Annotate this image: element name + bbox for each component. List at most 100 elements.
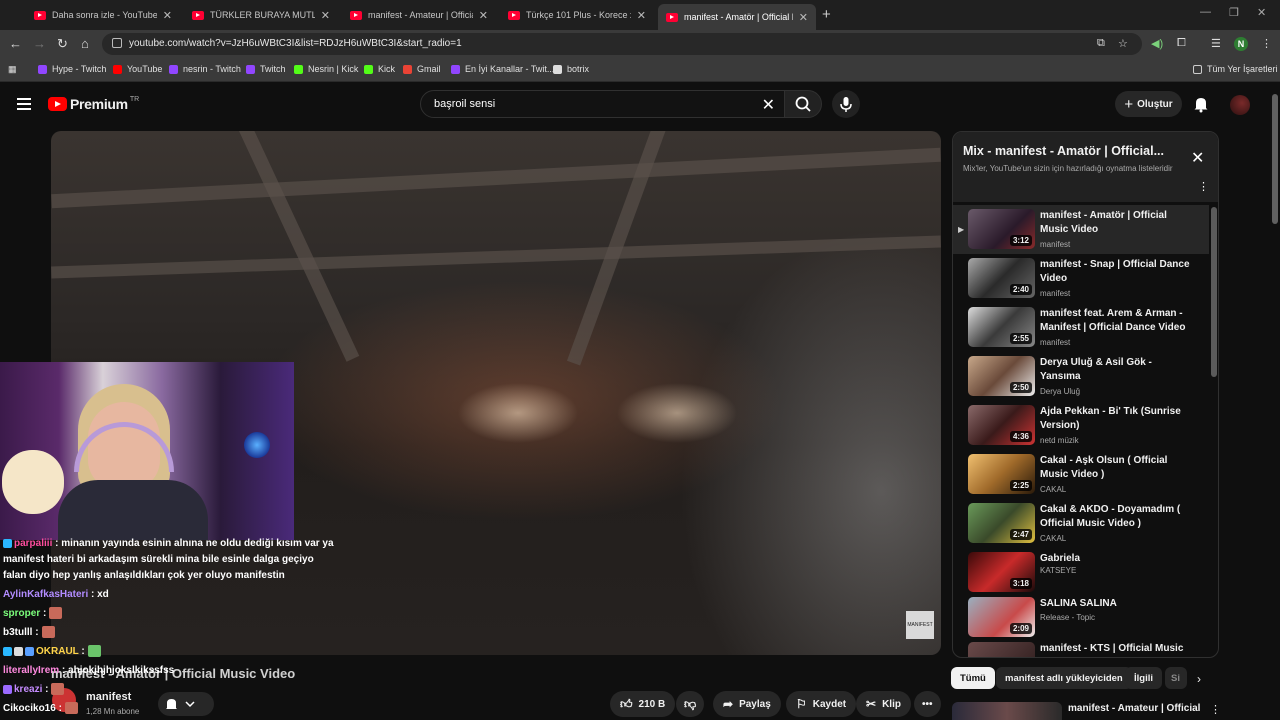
playlist-item[interactable]: 2:25 Cakal - Aşk Olsun ( Official Music … [953,450,1209,499]
bookmark-item[interactable]: Gmail [403,64,441,74]
profile-avatar[interactable]: N [1234,37,1248,51]
maximize-icon[interactable]: ❐ [1229,6,1239,19]
create-button[interactable]: + Oluştur [1115,91,1182,117]
ceiling-beam [51,235,941,279]
bookmark-item[interactable]: Kick [364,64,395,74]
playlist-item[interactable]: 2:55 manifest feat. Arem & Arman - Manif… [953,303,1209,352]
bookmark-item[interactable]: Nesrin | Kick [294,64,358,74]
playlist-menu-icon[interactable]: ⋮ [1198,180,1209,193]
chevron-right-icon[interactable]: › [1197,672,1201,686]
playlist-item[interactable]: 2:50 Derya Uluğ & Asil Gök - Yansıma Der… [953,352,1209,401]
playlist-header: Mix - manifest - Amatör | Official... Mi… [953,132,1218,202]
search-button[interactable] [784,90,822,118]
search-input[interactable]: başroil sensi ✕ [420,90,786,118]
playlist-close-icon[interactable]: ✕ [1191,148,1204,168]
notifications-button[interactable] [1192,95,1210,118]
page-scrollbar[interactable] [1272,94,1278,224]
browser-tab[interactable]: Daha sonra izle - YouTube ✕ [26,4,180,26]
playlist-item[interactable]: 2:47 Cakal & AKDO - Doyamadım ( Official… [953,499,1209,548]
bookmarks-bar: ▦ Hype - Twitch YouTube nesrin - Twitch … [0,58,1280,82]
window-close-icon[interactable]: ✕ [1257,6,1266,19]
clip-button[interactable]: ✂ Klip [856,691,911,717]
browser-tab[interactable]: TÜRKLER BURAYA MUTLAKA GI ✕ [184,4,338,26]
create-label: Oluştur [1137,98,1173,110]
recommendation-thumbnail[interactable] [952,702,1062,720]
lamp [244,432,270,458]
minimize-icon[interactable]: — [1200,6,1211,18]
chat-emote-icon [51,683,65,696]
browser-tab[interactable]: manifest - Amateur | Official Mu ✕ [342,4,496,26]
now-playing-icon: ▶ [958,225,965,234]
playlist-item[interactable]: manifest - KTS | Official Music [953,638,1209,657]
youtube-header: Premium TR başroil sensi ✕ + Oluştur [0,82,1280,128]
video-thumbnail: 3:12 [968,209,1035,249]
like-button[interactable]: 👍︎ 210 B [610,691,676,717]
ceiling-beam [51,147,941,209]
youtube-favicon-icon [666,12,678,22]
playlist-item[interactable]: 4:36 Ajda Pekkan - Bi' Tık (Sunrise Vers… [953,401,1209,450]
bookmark-item[interactable]: En İyi Kanallar - Twit... [451,64,554,74]
playlist-item[interactable]: 3:18 Gabriela KATSEYE [953,548,1209,597]
video-thumbnail: 2:47 [968,503,1035,543]
home-icon[interactable]: ⌂ [81,36,89,51]
bookmark-label: Nesrin | Kick [308,64,359,74]
bookmark-item[interactable]: Hype - Twitch [38,64,106,74]
bookmark-item[interactable]: Twitch [246,64,286,74]
tab-close-icon[interactable]: ✕ [321,9,330,22]
more-actions-button[interactable]: ••• [914,691,941,717]
chat-text: manifest hateri bi arkadaşım sürekli min… [3,554,314,565]
youtube-premium-logo[interactable]: Premium TR [48,96,139,112]
extensions-icon[interactable]: ⧠ [1177,37,1186,50]
share-button[interactable]: ➦ Paylaş [713,691,781,717]
video-duration: 4:36 [1009,431,1032,442]
apps-grid-icon[interactable]: ▦ [8,64,17,75]
browser-tab-active[interactable]: manifest - Amatör | Official Mu ✕ [658,4,816,30]
channel-watermark[interactable]: MANIFEST [906,611,934,639]
all-bookmarks-folder[interactable]: Tüm Yer İşaretleri [1193,64,1278,74]
save-button[interactable]: ⚐ Kaydet [786,691,857,717]
back-icon[interactable]: ← [9,36,22,51]
chip-related[interactable]: İlgili [1125,667,1162,689]
install-icon[interactable]: ⧉ [1097,37,1105,50]
browser-menu-icon[interactable]: ⋮ [1261,37,1272,50]
chip-truncated[interactable]: Si [1165,667,1187,689]
bookmark-star-icon[interactable]: ☆ [1118,37,1128,50]
dislike-button[interactable]: 👎︎ [676,691,705,717]
bookmark-item[interactable]: nesrin - Twitch [169,64,241,74]
tab-search-icon[interactable]: ☰ [1211,37,1221,50]
tab-close-icon[interactable]: ✕ [163,9,172,22]
tab-close-icon[interactable]: ✕ [479,9,488,22]
reload-icon[interactable]: ↻ [57,36,68,52]
bookmark-favicon-icon [169,64,178,74]
media-icon[interactable]: ◀) [1151,37,1163,50]
clear-search-icon[interactable]: ✕ [762,95,775,115]
chip-all[interactable]: Tümü [951,667,995,689]
bookmark-item[interactable]: botrix [553,64,589,74]
tab-close-icon[interactable]: ✕ [799,11,808,24]
address-bar[interactable]: youtube.com/watch?v=JzH6uWBtC3I&list=RDJ… [102,33,1142,55]
site-info-icon[interactable] [112,38,122,48]
scissors-icon: ✂ [866,697,877,711]
chip-from-uploader[interactable]: manifest adlı yükleyiciden [996,667,1132,689]
playlist-scrollbar[interactable] [1211,207,1217,377]
tab-close-icon[interactable]: ✕ [637,9,646,22]
bookmark-favicon-icon [38,64,47,74]
video-thumbnail: 2:25 [968,454,1035,494]
recommendation-title[interactable]: manifest - Amateur | Official [1068,703,1200,714]
playlist-item-title: Cakal & AKDO - Doyamadım ( Official Musi… [1040,504,1181,529]
forward-icon[interactable]: → [33,36,46,51]
playlist-item[interactable]: 2:09 SALINA SALINA Release - Topic [953,593,1209,642]
playlist-item[interactable]: 2:40 manifest - Snap | Official Dance Vi… [953,254,1209,303]
playlist-item[interactable]: ▶ 3:12 manifest - Amatör | Official Musi… [953,205,1209,254]
playlist-item-channel: CAKAL [1040,534,1067,543]
playlist-item-channel: netd müzik [1040,436,1079,445]
new-tab-button[interactable]: + [822,6,831,23]
menu-icon[interactable] [17,98,31,113]
account-avatar[interactable] [1230,95,1250,115]
bookmark-item[interactable]: YouTube [113,64,162,74]
video-duration: 2:40 [1009,284,1032,295]
voice-search-button[interactable] [832,90,860,118]
more-vertical-icon[interactable]: ⋮ [1210,703,1221,716]
browser-tab[interactable]: Türkçe 101 Plus - Korece xx Em ✕ [500,4,654,26]
playlist-title[interactable]: Mix - manifest - Amatör | Official... [963,144,1183,158]
